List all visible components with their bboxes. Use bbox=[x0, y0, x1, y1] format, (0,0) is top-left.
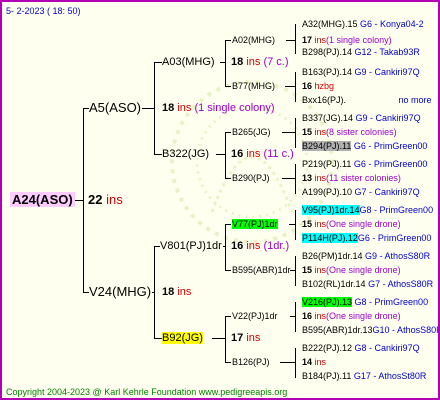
node-b322-info: 16 ins (11 c.) bbox=[231, 148, 294, 160]
l3-b126-info: 14 ins bbox=[302, 357, 327, 367]
l3-v22-info: 16 ins(One single drone) bbox=[302, 311, 401, 321]
root-year: 22 ins bbox=[88, 192, 123, 207]
node-v24-info: 18 ins bbox=[162, 286, 192, 298]
node-v22[interactable]: V22(PJ)1dr bbox=[232, 310, 278, 323]
node-v801[interactable]: V801(PJ)1dr bbox=[160, 240, 222, 253]
node-b92[interactable]: B92(JG) bbox=[162, 332, 203, 345]
l4-p219[interactable]: P219(PJ).11 G6 - PrimGreen00 bbox=[302, 158, 427, 171]
node-a5[interactable]: A5(ASO) bbox=[89, 101, 141, 114]
l4-a32[interactable]: A32(MHG).15 G6 - Konya04-2 bbox=[302, 18, 424, 31]
l4-b102[interactable]: B102(RL)1dr.14 G7 - AthosS80R bbox=[302, 278, 433, 291]
node-v24[interactable]: V24(MHG) bbox=[89, 285, 151, 298]
copyright-footer: Copyright 2004-2023 @ Karl Kehrle Founda… bbox=[6, 387, 288, 397]
l3-b265-info: 15 ins(8 sister colonies) bbox=[302, 127, 397, 137]
l4-v95[interactable]: V95(PJ)1dr.14G8 - PrimGreen00 bbox=[302, 204, 433, 217]
l4-p114[interactable]: P114H(PJ).12G6 - PrimGreen00 bbox=[302, 232, 431, 245]
node-b290[interactable]: B290(PJ) bbox=[232, 172, 270, 185]
l4-b294[interactable]: B294(PJ).11 G6 - PrimGreen00 bbox=[302, 140, 427, 153]
node-b77[interactable]: B77(MHG) bbox=[232, 80, 275, 93]
node-a03-info: 18 ins (7 c.) bbox=[231, 56, 289, 68]
l3-b77-info: 16 hzbg bbox=[302, 81, 335, 91]
node-a5-info: 18 ins (1 single colony) bbox=[162, 102, 275, 114]
l3-b290-info: 13 ins(11 sister colonies) bbox=[302, 173, 401, 183]
l3-v77-info: 15 ins(One single drone) bbox=[302, 219, 401, 229]
node-b595[interactable]: B595(ABR)1dr bbox=[232, 264, 291, 277]
node-b92-info: 17 ins bbox=[231, 332, 261, 344]
l4-b298[interactable]: B298(PJ).14 G12 - Takab93R bbox=[302, 46, 420, 59]
node-b322[interactable]: B322(JG) bbox=[162, 148, 209, 161]
l4-b595[interactable]: B595(ABR)1dr.13G10 - AthosS80R bbox=[302, 324, 438, 337]
node-b126[interactable]: B126(PJ) bbox=[232, 356, 270, 369]
l4-b163[interactable]: B163(PJ).14 G9 - Cankiri97Q bbox=[302, 66, 420, 79]
node-b265[interactable]: B265(JG) bbox=[232, 126, 271, 139]
l4-b184[interactable]: B184(PJ).11 G17 - AthosSt80R bbox=[302, 370, 426, 383]
node-a03[interactable]: A03(MHG) bbox=[162, 56, 215, 69]
date-label: 5- 2-2023 ( 18: 50) bbox=[6, 6, 81, 16]
l4-v216[interactable]: V216(PJ).13 G8 - PrimGreen00 bbox=[302, 296, 428, 309]
root-queen[interactable]: A24(ASO) bbox=[10, 192, 75, 207]
pedigree-frame: 5- 2-2023 ( 18: 50) A24(ASO) 22 ins A5(A… bbox=[0, 0, 440, 400]
l4-b222[interactable]: B222(PJ).12 G8 - Cankiri97Q bbox=[302, 342, 420, 355]
l4-b337[interactable]: B337(JG).14 G9 - Cankiri97Q bbox=[302, 112, 421, 125]
node-a02[interactable]: A02(MHG) bbox=[232, 34, 275, 47]
l4-a199[interactable]: A199(PJ).10 G7 - Cankiri97Q bbox=[302, 186, 420, 199]
node-v801-info: 16 ins (1dr.) bbox=[231, 240, 290, 252]
node-v77[interactable]: V77(PJ)1dr bbox=[232, 218, 278, 231]
l4-bxx16[interactable]: Bxx16(PJ). no more bbox=[302, 94, 432, 107]
l3-b595-info: 15 ins(One single drone) bbox=[302, 265, 401, 275]
l4-b26[interactable]: B26(PM)1dr.14 G9 - AthosS80R bbox=[302, 250, 430, 263]
